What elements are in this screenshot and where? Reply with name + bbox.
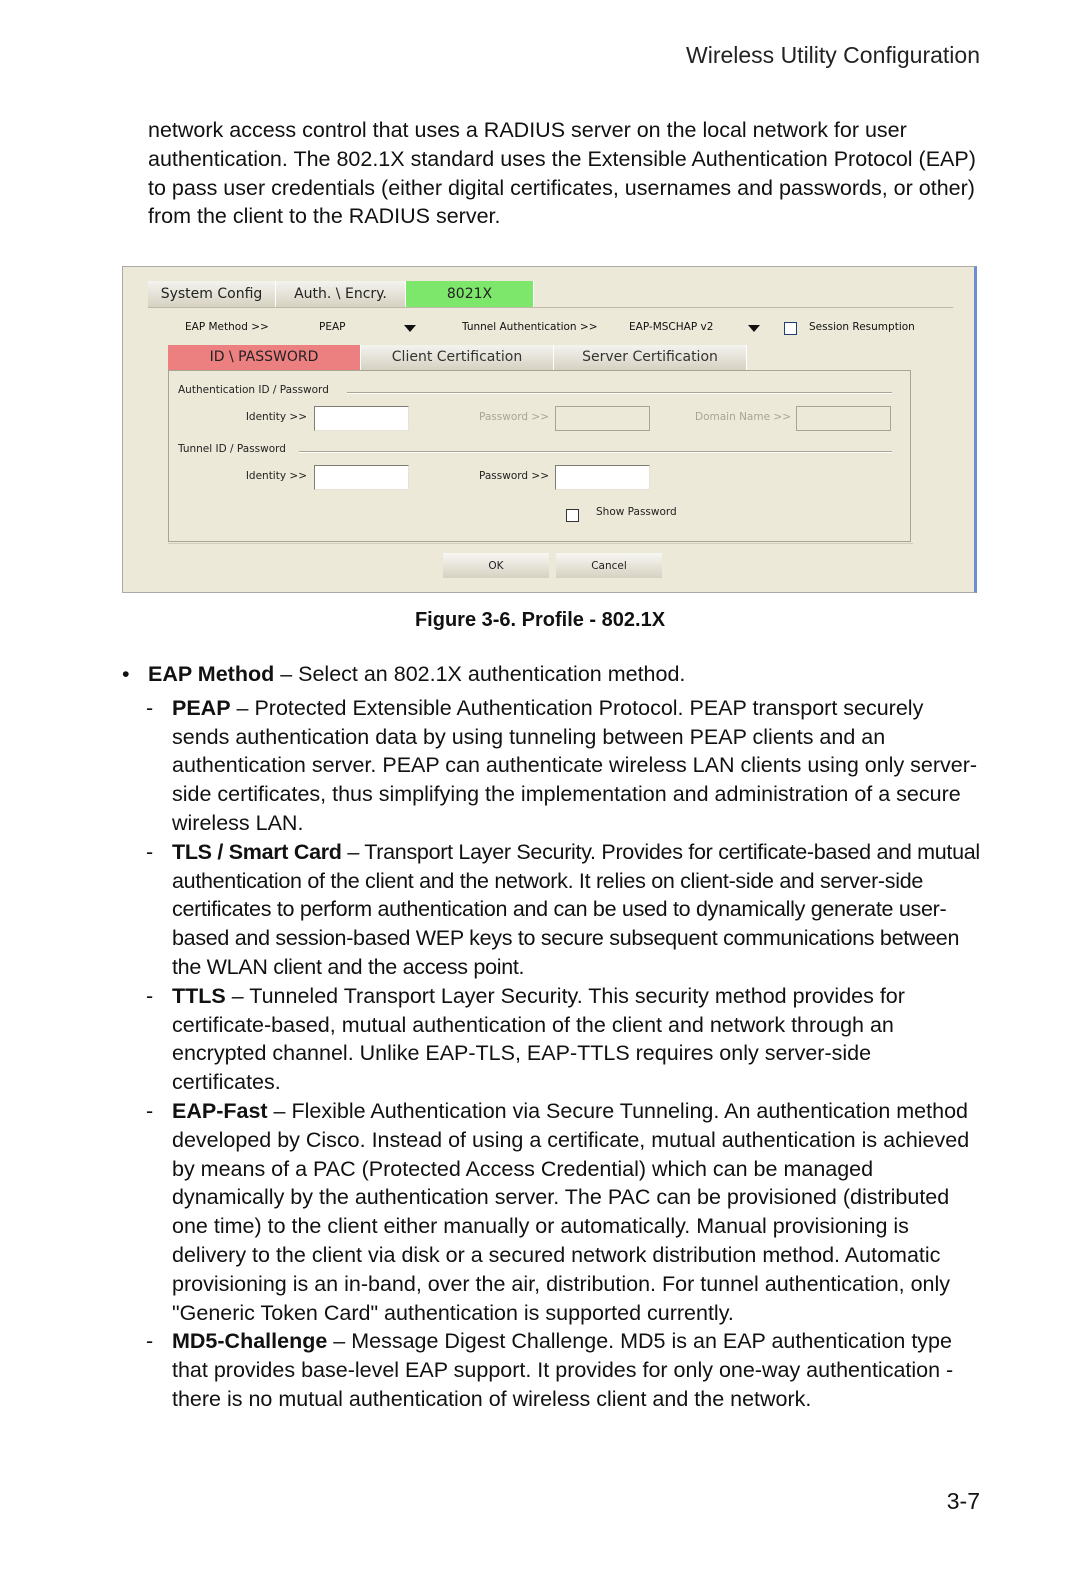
- eap-method-select[interactable]: PEAP: [319, 321, 345, 333]
- figure-caption: Figure 3-6. Profile - 802.1X: [414, 609, 666, 631]
- sub-item-eap-fast: - EAP-Fast – Flexible Authentication via…: [122, 1097, 982, 1327]
- sub-item-term: TTLS: [172, 983, 226, 1008]
- tab-id-password[interactable]: ID \ PASSWORD: [168, 345, 361, 370]
- session-resumption-checkbox[interactable]: [784, 322, 797, 335]
- domain-name-label: Domain Name >>: [695, 411, 791, 423]
- list-item-text: – Select an 802.1X authentication method…: [274, 662, 686, 686]
- auth-identity-label: Identity >>: [245, 411, 307, 423]
- sub-item-term: PEAP: [172, 695, 231, 720]
- auth-password-input[interactable]: [555, 406, 650, 431]
- sub-item-text: – Protected Extensible Authentication Pr…: [172, 695, 978, 835]
- sub-item-term: TLS / Smart Card: [172, 839, 342, 864]
- eap-method-label: EAP Method >>: [185, 321, 269, 333]
- eap-method-dropdown-icon[interactable]: [404, 325, 416, 332]
- ok-button[interactable]: OK: [442, 552, 550, 579]
- sub-item-md5: - MD5-Challenge – Message Digest Challen…: [122, 1327, 982, 1413]
- bullet-icon: •: [122, 662, 130, 686]
- tab-auth-encry[interactable]: Auth. \ Encry.: [276, 281, 406, 307]
- sub-item-peap: - PEAP – Protected Extensible Authentica…: [122, 694, 982, 838]
- sub-tab-bar: ID \ PASSWORD Client Certification Serve…: [168, 345, 747, 370]
- sub-item-ttls: - TTLS – Tunneled Transport Layer Securi…: [122, 982, 982, 1097]
- intro-paragraph: network access control that uses a RADIU…: [148, 116, 988, 231]
- id-password-panel: Authentication ID / Password Identity >>…: [168, 370, 911, 542]
- tab-system-config[interactable]: System Config: [148, 281, 276, 307]
- list-item-term: EAP Method: [148, 662, 275, 686]
- intro-text: network access control that uses a RADIU…: [148, 118, 976, 229]
- dash-icon: -: [146, 983, 154, 1008]
- tunnel-password-label: Password >>: [479, 470, 549, 482]
- running-header: Wireless Utility Configuration: [686, 42, 980, 68]
- session-resumption-label: Session Resumption: [809, 321, 915, 333]
- group-divider: [299, 451, 892, 453]
- eap-settings-row: EAP Method >> PEAP Tunnel Authentication…: [123, 317, 974, 339]
- show-password-label: Show Password: [596, 506, 677, 518]
- dash-icon: -: [146, 1329, 154, 1354]
- top-tab-bar: System Config Auth. \ Encry. 8021X: [148, 281, 534, 307]
- show-password-checkbox[interactable]: [566, 509, 579, 522]
- group-divider: [347, 392, 892, 394]
- cancel-button[interactable]: Cancel: [555, 552, 663, 579]
- profile-8021x-dialog: System Config Auth. \ Encry. 8021X EAP M…: [122, 266, 977, 593]
- tunnel-group-label: Tunnel ID / Password: [178, 443, 286, 455]
- tunnel-auth-select[interactable]: EAP-MSCHAP v2: [629, 321, 713, 333]
- auth-identity-input[interactable]: [314, 406, 409, 431]
- tunnel-auth-dropdown-icon[interactable]: [748, 325, 760, 332]
- tunnel-password-input[interactable]: [555, 465, 650, 490]
- tab-server-certification[interactable]: Server Certification: [554, 345, 747, 370]
- tunnel-identity-input[interactable]: [314, 465, 409, 490]
- auth-password-label: Password >>: [479, 411, 549, 423]
- sub-item-text: – Tunneled Transport Layer Security. Thi…: [172, 983, 905, 1095]
- eap-method-list: • EAP Method – Select an 802.1X authenti…: [122, 660, 982, 1414]
- sub-item-text: – Flexible Authentication via Secure Tun…: [172, 1098, 970, 1325]
- dash-icon: -: [146, 695, 154, 720]
- sub-item-term: EAP-Fast: [172, 1098, 268, 1123]
- dash-icon: -: [146, 1098, 154, 1123]
- list-item: • EAP Method – Select an 802.1X authenti…: [122, 660, 982, 689]
- divider: [168, 543, 913, 544]
- tunnel-identity-label: Identity >>: [245, 470, 307, 482]
- divider: [148, 307, 953, 308]
- tunnel-auth-label: Tunnel Authentication >>: [462, 321, 598, 333]
- tab-8021x[interactable]: 8021X: [406, 281, 534, 307]
- page-number: 3-7: [946, 1488, 980, 1514]
- sub-item-tls: - TLS / Smart Card – Transport Layer Sec…: [122, 838, 982, 982]
- dash-icon: -: [146, 839, 153, 864]
- sub-item-term: MD5-Challenge: [172, 1329, 328, 1354]
- domain-name-input[interactable]: [796, 406, 891, 431]
- auth-group-label: Authentication ID / Password: [178, 384, 329, 396]
- tab-client-certification[interactable]: Client Certification: [361, 345, 554, 370]
